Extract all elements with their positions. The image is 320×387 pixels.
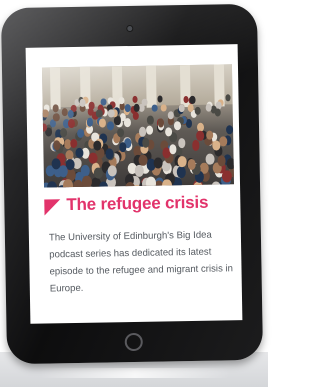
crowd-person bbox=[145, 125, 153, 136]
crowd-person bbox=[139, 127, 147, 137]
crowd-person bbox=[52, 104, 59, 113]
crowd-person bbox=[42, 109, 49, 118]
desk-reflection bbox=[40, 368, 230, 378]
crowd-person bbox=[79, 99, 86, 107]
crowd-person bbox=[189, 96, 196, 104]
crowd-person bbox=[96, 109, 103, 118]
crowd-person bbox=[133, 104, 140, 112]
article-title[interactable]: The refugee crisis bbox=[66, 193, 208, 215]
crowd-person bbox=[157, 118, 165, 128]
crowd-person bbox=[132, 111, 140, 120]
crowd-person bbox=[178, 103, 185, 112]
crowd-person bbox=[106, 121, 114, 131]
photo-column bbox=[49, 67, 61, 110]
crowd-person bbox=[118, 96, 125, 105]
crowd-person bbox=[196, 131, 205, 141]
crowd-person bbox=[107, 164, 117, 177]
crowd-person bbox=[194, 106, 202, 115]
crowd-person bbox=[177, 156, 187, 168]
tablet-screen: The refugee crisis The University of Edi… bbox=[25, 44, 243, 324]
crowd-person bbox=[147, 116, 154, 125]
crowd-person bbox=[217, 155, 226, 167]
crowd-person bbox=[177, 137, 186, 148]
pink-corner-flag-icon bbox=[44, 199, 61, 216]
crowd-person bbox=[63, 179, 74, 188]
crowd-person bbox=[99, 118, 106, 128]
crowd-person bbox=[161, 179, 172, 188]
crowd-person bbox=[214, 108, 221, 117]
crowd-person bbox=[202, 184, 213, 188]
crowd-person bbox=[68, 119, 75, 129]
crowd-person bbox=[113, 116, 121, 125]
crowd-person bbox=[219, 136, 228, 147]
refugee-crowd-photo bbox=[41, 64, 235, 188]
photo-column bbox=[145, 65, 157, 108]
crowd-person bbox=[86, 117, 94, 127]
crowd-person bbox=[58, 165, 68, 177]
crowd-person bbox=[124, 104, 131, 113]
crowd-person bbox=[47, 181, 58, 188]
crowd-person bbox=[173, 121, 181, 131]
article-summary: The University of Edinburgh's Big Idea p… bbox=[48, 229, 234, 295]
crowd-person bbox=[226, 157, 235, 170]
crowd-person bbox=[138, 154, 148, 166]
crowd-person bbox=[53, 113, 60, 122]
crowd-person bbox=[160, 104, 167, 112]
crowd-person bbox=[222, 169, 232, 183]
crowd-person bbox=[146, 176, 156, 188]
crowd-person bbox=[93, 140, 102, 151]
crowd-person bbox=[210, 181, 221, 188]
crowd-person bbox=[67, 109, 74, 119]
crowd-person bbox=[151, 104, 158, 112]
crowd-person bbox=[191, 140, 200, 151]
crowd-person bbox=[93, 167, 103, 180]
crowd-person bbox=[59, 127, 68, 137]
article-heading: The refugee crisis bbox=[44, 192, 234, 219]
crowd-person bbox=[153, 157, 163, 169]
crowd-person bbox=[176, 166, 186, 178]
crowd-person bbox=[77, 128, 85, 138]
tablet-device: The refugee crisis The University of Edi… bbox=[0, 3, 264, 365]
crowd-person bbox=[108, 109, 115, 118]
crowd-person bbox=[104, 148, 114, 160]
crowd-person bbox=[69, 138, 78, 149]
crowd-person bbox=[116, 128, 124, 138]
crowd-person bbox=[132, 95, 138, 104]
front-camera-icon bbox=[127, 25, 133, 32]
crowd-person bbox=[205, 103, 212, 112]
crowd-person bbox=[187, 103, 194, 112]
crowd-person bbox=[51, 157, 61, 170]
crowd-person bbox=[134, 164, 144, 177]
crowd-person bbox=[225, 125, 233, 135]
crowd-person bbox=[212, 140, 221, 151]
crowd-person bbox=[88, 152, 98, 164]
